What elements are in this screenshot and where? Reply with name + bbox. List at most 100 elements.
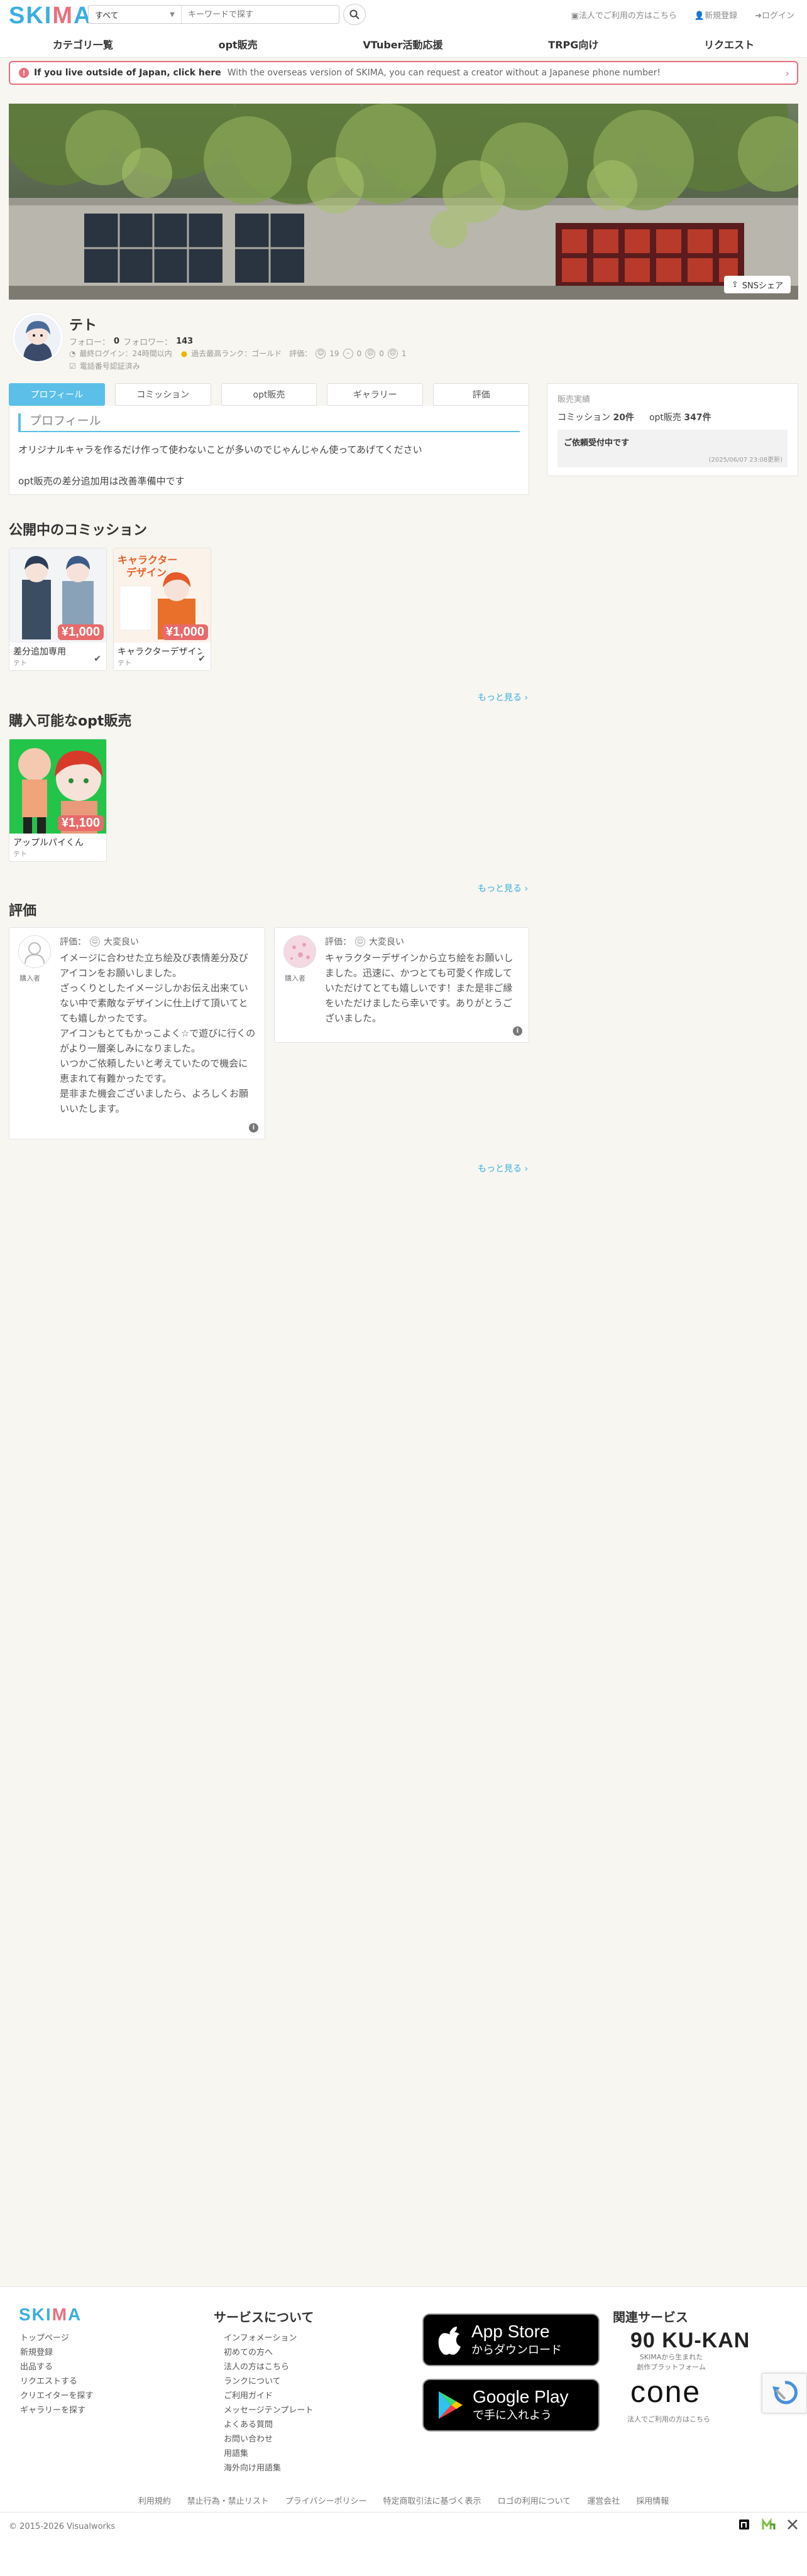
- smile-icon: ☺: [355, 937, 365, 947]
- google-play-button[interactable]: Google Play で手に入れよう: [422, 2379, 600, 2432]
- alert-icon: !: [19, 68, 29, 78]
- skima-logo[interactable]: SKIMA: [9, 3, 92, 30]
- tab-gallery[interactable]: ギャラリー: [327, 383, 424, 406]
- overseas-banner[interactable]: ! If you live outside of Japan, click he…: [9, 61, 798, 85]
- footer-link-glossary[interactable]: 用語集: [224, 2447, 313, 2461]
- reviewer-avatar: [18, 935, 51, 968]
- kukan-logo[interactable]: 90 KU-KAN: [630, 2329, 750, 2353]
- cone-logo[interactable]: cone: [630, 2375, 701, 2410]
- price-badge: ¥1,000: [57, 624, 104, 640]
- review-rating: 評価： ☺ 大変良い: [325, 937, 404, 947]
- nav-opt[interactable]: opt販売: [219, 36, 258, 52]
- check-icon: ☑: [69, 361, 76, 371]
- review-card: 購入者 評価： ☺ 大変良い キャラクターデザインから立ち絵をお願いしました。迅…: [274, 927, 529, 1043]
- footer-link-gallery[interactable]: ギャラリーを探す: [20, 2403, 93, 2418]
- header-links: ▣法人でご利用の方はこちら 👤新規登録 ➜ログイン: [571, 9, 794, 21]
- info-icon[interactable]: i: [513, 1026, 522, 1036]
- cover-image: ⇪ SNSシェア: [9, 104, 798, 300]
- site-header: SKIMA すべて ▼ ▣法人でご利用の方はこちら 👤新規登録 ➜ログイン カテ…: [0, 0, 807, 58]
- note-icon[interactable]: [738, 2518, 750, 2533]
- commission-card[interactable]: ¥1,000 差分追加専用 テト ✔: [9, 548, 107, 671]
- footer-link-commerce-law[interactable]: 特定商取引法に基づく表示: [383, 2494, 481, 2506]
- kukan-caption: SKIMAから生まれた 創作プラットフォーム: [637, 2353, 706, 2371]
- corporate-link[interactable]: ▣法人でご利用の方はこちら: [571, 9, 677, 21]
- check-icon: ✔: [94, 654, 101, 664]
- opt-card[interactable]: ¥1,100 アップルパイくん テト: [9, 739, 107, 862]
- building-icon: ▣: [571, 11, 579, 21]
- tab-review[interactable]: 評価: [433, 383, 529, 406]
- footer-link-information[interactable]: インフォメーション: [224, 2331, 313, 2345]
- sns-share-button[interactable]: ⇪ SNSシェア: [723, 276, 791, 293]
- footer-link-corporate[interactable]: 法人の方はこちら: [224, 2360, 313, 2374]
- footer-link-beginners[interactable]: 初めての方へ: [224, 2345, 313, 2360]
- commission-card[interactable]: キャラクター デザイン ¥1,000 キャラクターデザイン テト ✔: [113, 548, 211, 671]
- footer-links-service: インフォメーション 初めての方へ 法人の方はこちら ランクについて ご利用ガイド…: [224, 2331, 313, 2475]
- nav-categories[interactable]: カテゴリ一覧: [53, 36, 113, 52]
- recaptcha-badge[interactable]: [762, 2373, 807, 2413]
- sales-record: 販売実績 コミッション 20件 opt販売 347件 ご依頼受付中です (202…: [547, 383, 798, 476]
- info-icon[interactable]: i: [249, 1123, 258, 1133]
- overseas-link: If you live outside of Japan, click here: [34, 68, 221, 78]
- commission-thumb: ¥1,000: [9, 548, 106, 643]
- footer-divider: [0, 2512, 807, 2513]
- register-link[interactable]: 👤新規登録: [694, 9, 737, 21]
- footer-link-prohibited[interactable]: 禁止行為・禁止リスト: [187, 2494, 269, 2506]
- footer-logo[interactable]: SKIMA: [19, 2305, 82, 2325]
- footer-link-overseas-glossary[interactable]: 海外向け用語集: [224, 2461, 313, 2475]
- nav-vtuber[interactable]: VTuber活動応援: [363, 36, 442, 52]
- purchaser-badge: 購入者: [285, 974, 305, 982]
- footer-legal-links: 利用規約 禁止行為・禁止リスト プライバシーポリシー 特定商取引法に基づく表示 …: [0, 2494, 807, 2506]
- footer-link-terms[interactable]: 利用規約: [138, 2494, 171, 2506]
- recaptcha-icon: [772, 2381, 798, 2405]
- profile-card: プロフィール オリジナルキャラを作るだけ作って使わないことが多いのでじゃんじゃん…: [9, 406, 529, 495]
- footer-link-rank[interactable]: ランクについて: [224, 2374, 313, 2389]
- footer-link-top[interactable]: トップページ: [20, 2331, 93, 2345]
- footer-link-privacy[interactable]: プライバシーポリシー: [285, 2494, 367, 2506]
- login-link[interactable]: ➜ログイン: [755, 9, 794, 21]
- footer-link-creators[interactable]: クリエイターを探す: [20, 2389, 93, 2403]
- opt-item-title: アップルパイくん: [13, 838, 84, 848]
- footer-link-register[interactable]: 新規登録: [20, 2345, 93, 2360]
- search-bar: すべて ▼: [88, 5, 339, 24]
- reviews-more-link[interactable]: もっと見る ›: [478, 1162, 528, 1175]
- nav-trpg[interactable]: TRPG向け: [548, 36, 598, 52]
- commissions-more-link[interactable]: もっと見る ›: [478, 691, 528, 704]
- tab-profile[interactable]: プロフィール: [9, 383, 105, 406]
- footer-link-sell[interactable]: 出品する: [20, 2360, 93, 2374]
- opt-thumb: ¥1,100: [9, 739, 106, 834]
- footer-link-careers[interactable]: 採用情報: [636, 2494, 669, 2506]
- tab-commission[interactable]: コミッション: [114, 383, 211, 406]
- footer-link-templates[interactable]: メッセージテンプレート: [224, 2403, 313, 2418]
- footer-link-guide[interactable]: ご利用ガイド: [224, 2389, 313, 2403]
- commissions-title: 公開中のコミッション: [9, 523, 148, 538]
- search-button[interactable]: [343, 4, 366, 25]
- follower-count[interactable]: 143: [176, 337, 193, 346]
- x-icon[interactable]: [787, 2519, 798, 2533]
- search-input[interactable]: [182, 6, 339, 23]
- opt-more-link[interactable]: もっと見る ›: [478, 882, 528, 894]
- footer-link-company[interactable]: 運営会社: [587, 2494, 620, 2506]
- request-status: ご依頼受付中です: [564, 438, 630, 448]
- footer-link-contact[interactable]: お問い合わせ: [224, 2432, 313, 2447]
- seller-name: テト: [13, 659, 27, 667]
- nav-request[interactable]: リクエスト: [704, 36, 754, 52]
- footer-service-title: サービスについて: [214, 2310, 314, 2325]
- tab-opt[interactable]: opt販売: [221, 383, 317, 406]
- app-store-button[interactable]: App Store からダウンロード: [422, 2313, 600, 2366]
- frown-icon: ☹: [387, 348, 398, 359]
- footer-link-logo-usage[interactable]: ロゴの利用について: [498, 2494, 571, 2506]
- follow-count[interactable]: 0: [114, 337, 119, 346]
- svg-text:デザイン: デザイン: [126, 567, 167, 579]
- footer-link-faq[interactable]: よくある質問: [224, 2418, 313, 2432]
- clock-icon: ◔: [69, 349, 76, 358]
- seller-name: テト: [118, 659, 131, 667]
- opt-title: 購入可能なopt販売: [9, 714, 132, 729]
- sad-icon: ☹: [365, 348, 376, 359]
- related-services-title: 関連サービス: [613, 2310, 688, 2325]
- search-category-select[interactable]: すべて ▼: [89, 6, 182, 23]
- profile-heading: プロフィール: [18, 413, 520, 432]
- main-nav: カテゴリ一覧 opt販売 VTuber活動応援 TRPG向け リクエスト: [0, 31, 807, 57]
- footer-link-request[interactable]: リクエストする: [20, 2374, 93, 2389]
- review-body: キャラクターデザインから立ち絵をお願いしました。迅速に、かつとても可愛く作成して…: [325, 952, 513, 1024]
- pixiv-fanbox-icon[interactable]: [762, 2518, 776, 2533]
